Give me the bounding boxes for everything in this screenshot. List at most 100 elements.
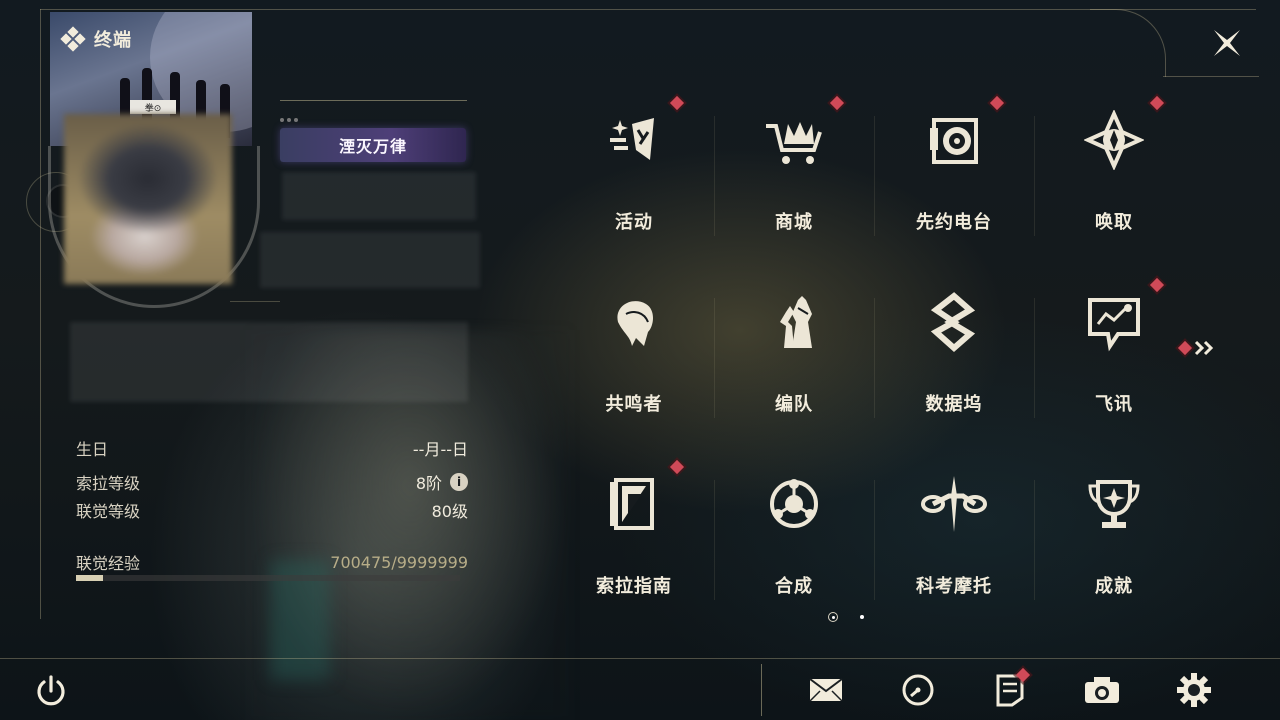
stat-value: 80级 (431, 502, 468, 521)
message-icon (1078, 286, 1150, 358)
camera-button[interactable] (1076, 668, 1128, 712)
menu-tile-11[interactable]: 科考摩托 (874, 450, 1034, 632)
clock-button[interactable] (892, 668, 944, 712)
title-badge-text: 湮灭万律 (338, 137, 407, 156)
menu-tile-label: 编队 (775, 394, 813, 415)
convene-icon (1078, 104, 1150, 176)
menu-tile-label: 合成 (775, 576, 813, 597)
close-button[interactable] (1208, 24, 1246, 62)
menu-tile-12[interactable]: 成就 (1034, 450, 1194, 632)
chess-team-icon (758, 286, 830, 358)
dot (294, 118, 298, 122)
clock-icon (902, 674, 934, 706)
experience-value: 700475/9999999 (330, 552, 468, 572)
menu-tile-label: 先约电台 (916, 212, 992, 233)
experience-row: 联觉经验 700475/9999999 (76, 550, 468, 578)
profile-stats: 生日 --月--日 索拉等级 8阶 i 联觉等级 80级 (76, 436, 468, 526)
experience-line: 联觉经验 700475/9999999 (76, 550, 468, 574)
frame-line-right (1163, 76, 1259, 77)
notification-badge (989, 95, 1005, 111)
radio-icon (918, 104, 990, 176)
notification-badge (1149, 277, 1165, 293)
page-dot-current[interactable] (828, 612, 838, 622)
avatar[interactable] (64, 114, 232, 284)
signature-redacted[interactable] (70, 322, 468, 402)
menu-tile-label: 共鸣者 (605, 394, 663, 415)
menu-tile-label: 索拉指南 (596, 576, 672, 597)
menu-tile-1[interactable]: 活动 (554, 86, 714, 268)
profile-divider (230, 301, 280, 302)
next-page-badge (1177, 340, 1193, 356)
terminal-diamond-icon (60, 26, 86, 52)
menu-tile-9[interactable]: 索拉指南 (554, 450, 714, 632)
page-dot[interactable] (860, 615, 864, 619)
menu-tile-5[interactable]: 共鸣者 (554, 268, 714, 450)
experience-bar-fill (76, 575, 103, 581)
menu-tile-label: 活动 (615, 212, 653, 233)
stat-label: 联觉等级 (76, 502, 141, 521)
name-divider (280, 100, 467, 101)
double-chevron-right-icon (1194, 340, 1214, 356)
gear-icon (1177, 673, 1211, 707)
menu-grid: 活动 商城 先约电台 唤取共鸣者 编队 数据坞 飞讯索拉指南 合成 科考摩托 成就 (554, 86, 1194, 632)
settings-button[interactable] (1168, 668, 1220, 712)
notification-badge (669, 95, 685, 111)
mail-icon (809, 678, 843, 702)
stat-value: 8阶 (415, 474, 442, 493)
experience-bar (76, 575, 460, 581)
menu-tile-label: 飞讯 (1095, 394, 1133, 415)
menu-tile-label: 数据坞 (925, 394, 983, 415)
menu-tile-10[interactable]: 合成 (714, 450, 874, 632)
notification-badge (829, 95, 845, 111)
page-indicator (828, 612, 864, 622)
frame-line-top (40, 9, 1256, 10)
namecard-badge: 拳⊙ (130, 100, 176, 114)
notification-badge (669, 459, 685, 475)
frame-line-left (40, 9, 41, 619)
menu-tile-4[interactable]: 唤取 (1034, 86, 1194, 268)
stat-label: 生日 (76, 440, 109, 459)
notice-button[interactable] (984, 667, 1036, 712)
stat-value-group: 8阶 i (416, 470, 468, 494)
trophy-icon (1078, 468, 1150, 540)
synthesis-icon (758, 468, 830, 540)
dot (280, 118, 284, 122)
dot (287, 118, 291, 122)
notification-badge (1149, 95, 1165, 111)
next-page-button[interactable] (1177, 340, 1216, 356)
mail-button[interactable] (800, 668, 852, 712)
close-x-icon (1214, 30, 1240, 56)
camera-icon (1085, 677, 1119, 703)
menu-tile-2[interactable]: 商城 (714, 86, 874, 268)
stat-label: 索拉等级 (76, 474, 141, 493)
stat-value: --月--日 (412, 440, 468, 459)
menu-tile-label: 唤取 (1095, 212, 1133, 233)
menu-tile-3[interactable]: 先约电台 (874, 86, 1034, 268)
motorbike-icon (918, 468, 990, 540)
header: 终端 (60, 26, 132, 52)
player-name-redacted (282, 172, 476, 220)
stat-sola-level: 索拉等级 8阶 i (76, 470, 468, 494)
frame-line-bottom (0, 658, 1280, 659)
menu-tile-7[interactable]: 数据坞 (874, 268, 1034, 450)
title-badge[interactable]: 湮灭万律 (280, 128, 466, 162)
stat-union-level: 联觉等级 80级 (76, 498, 468, 522)
stat-birthday: 生日 --月--日 (76, 436, 468, 460)
menu-tile-6[interactable]: 编队 (714, 268, 874, 450)
menu-tile-label: 成就 (1095, 576, 1133, 597)
resonator-icon (598, 286, 670, 358)
guidebook-icon (598, 468, 670, 540)
bottom-toolbar (800, 667, 1220, 712)
player-id-redacted (260, 232, 480, 288)
shop-cart-icon (758, 104, 830, 176)
databank-icon (918, 286, 990, 358)
menu-tile-label: 科考摩托 (916, 576, 992, 597)
activity-icon (598, 104, 670, 176)
bottom-divider (761, 664, 762, 716)
badge-dots (280, 118, 298, 122)
info-icon[interactable]: i (450, 473, 468, 491)
menu-tile-8[interactable]: 飞讯 (1034, 268, 1194, 450)
power-icon[interactable] (32, 672, 70, 710)
page-title: 终端 (94, 30, 132, 51)
menu-tile-label: 商城 (775, 212, 813, 233)
